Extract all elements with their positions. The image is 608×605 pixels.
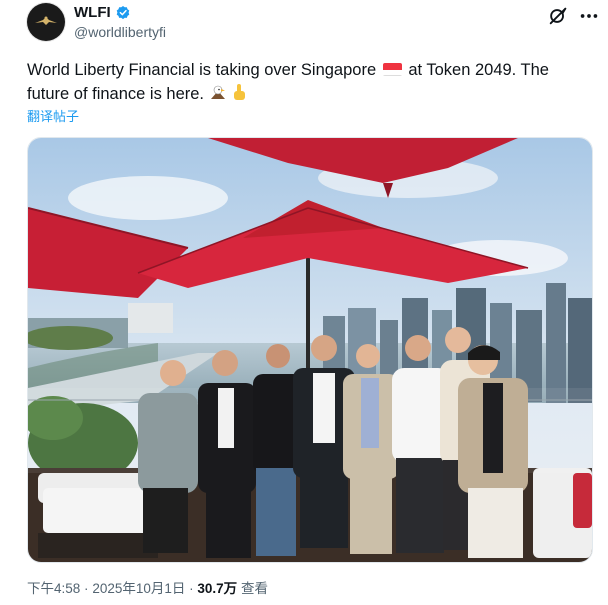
singapore-flag-icon [382,63,402,76]
views-count: 30.7万 [197,581,238,596]
meta-separator: · [189,581,194,596]
grok-icon[interactable] [547,5,569,27]
author-name-row: WLFI [74,4,131,21]
more-options-icon[interactable] [578,5,600,27]
tweet-photo[interactable] [27,137,593,563]
meta-separator: · [84,581,89,596]
tweet-text: World Liberty Financial is taking over S… [27,58,587,106]
display-name[interactable]: WLFI [74,4,111,21]
tweet-text-part1: World Liberty Financial is taking over S… [27,61,377,79]
translate-post-link[interactable]: 翻译帖子 [27,106,79,125]
pointing-up-emoji-icon [234,84,246,100]
verified-badge-icon [116,5,129,19]
group-photo-image [28,138,592,562]
views-label: 查看 [240,581,268,596]
avatar[interactable] [27,3,65,41]
tweet-meta: 下午4:58 · 2025年10月1日 · 30.7万 查看 [27,577,268,597]
eagle-emoji-icon [210,85,225,99]
eagle-logo-icon [35,16,57,25]
tweet-date[interactable]: 2025年10月1日 [92,581,185,596]
tweet-card: WLFI @worldlibertyfi World Liberty Finan… [0,0,608,605]
author-handle[interactable]: @worldlibertyfi [74,24,166,40]
tweet-time[interactable]: 下午4:58 [27,581,80,596]
